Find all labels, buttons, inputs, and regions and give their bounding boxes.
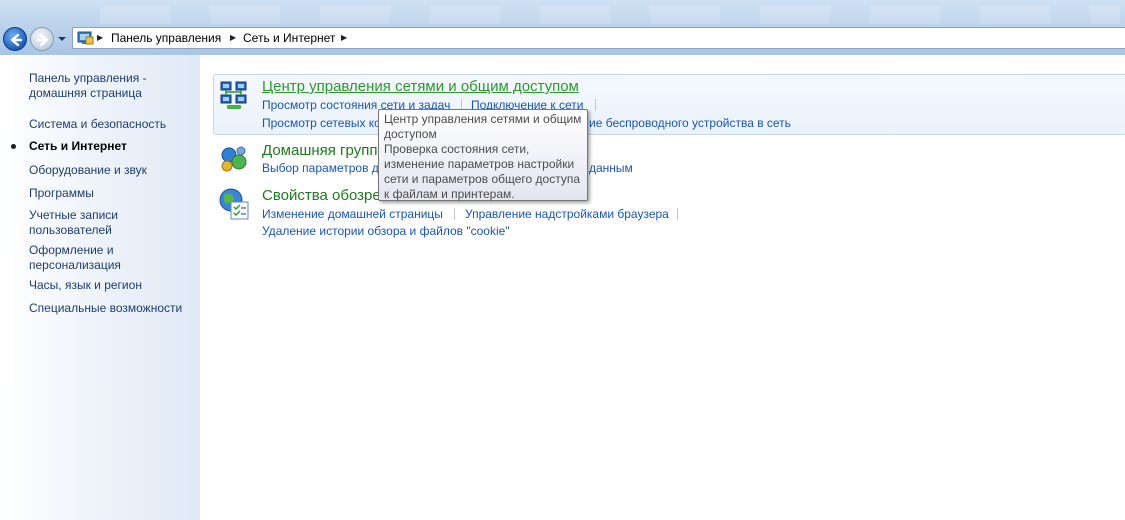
sidebar-item-system-security[interactable]: Система и безопасность [29, 117, 166, 132]
tooltip-line: Центр управления сетями и общим [384, 112, 582, 126]
tooltip-line: доступом [384, 127, 437, 141]
link-manage-add-ons[interactable]: Управление надстройками браузера [465, 207, 669, 221]
sidebar-item-label: Оформление и [29, 243, 114, 257]
breadcrumb-arrow-icon[interactable]: ▶ [230, 33, 236, 42]
tooltip-line: изменение параметров настройки [384, 157, 575, 171]
link-change-home-page[interactable]: Изменение домашней страницы [262, 207, 443, 221]
forward-button[interactable] [30, 27, 54, 51]
sidebar-item-user-accounts[interactable]: Учетные записи пользователей [29, 208, 118, 238]
back-button[interactable] [3, 27, 27, 51]
sidebar-item-clock-language[interactable]: Часы, язык и регион [29, 278, 142, 293]
link-separator [677, 208, 678, 220]
breadcrumb-arrow-icon[interactable]: ▶ [341, 33, 347, 42]
sidebar-item-network-internet: Сеть и Интернет [29, 139, 127, 153]
tooltip-line: сети и параметров общего доступа [384, 172, 581, 186]
tooltip: Центр управления сетями и общим доступом… [378, 109, 588, 201]
link-homegroup-sharing[interactable]: данным [589, 161, 633, 175]
blurred-background-window [100, 6, 1120, 24]
sidebar-item-control-panel-home[interactable]: Панель управления - домашняя страница [29, 71, 147, 101]
link-view-network-computers[interactable]: Просмотр сетевых ко [262, 116, 381, 130]
sidebar-item-hardware-sound[interactable]: Оборудование и звук [29, 163, 147, 178]
sidebar-item-appearance[interactable]: Оформление и персонализация [29, 243, 121, 273]
link-add-wireless-device[interactable]: ие беспроводного устройства в сеть [589, 116, 791, 130]
link-separator [454, 208, 455, 220]
sidebar-item-accessibility[interactable]: Специальные возможности [29, 301, 182, 316]
category-title-network-center[interactable]: Центр управления сетями и общим доступом [262, 78, 579, 95]
control-panel-icon [77, 31, 94, 45]
category-title-homegroup[interactable]: Домашняя групп [262, 142, 377, 159]
window-titlebar: ▶ Панель управления ▶ Сеть и Интернет ▶ [0, 0, 1125, 55]
sidebar-item-label: Панель управления - [29, 71, 147, 85]
breadcrumb-network-internet[interactable]: Сеть и Интернет [243, 31, 335, 45]
sidebar-item-label: Учетные записи [29, 208, 118, 222]
navigation-pane: Панель управления - домашняя страница Си… [0, 55, 200, 520]
category-title-internet-options[interactable]: Свойства обозре [262, 187, 381, 204]
arrow-left-icon [10, 33, 23, 47]
tooltip-line: к файлам и принтерам. [384, 187, 515, 201]
homegroup-icon[interactable] [218, 143, 250, 175]
sidebar-item-label: домашняя страница [29, 86, 142, 100]
link-separator [595, 99, 596, 111]
address-bar[interactable]: ▶ Панель управления ▶ Сеть и Интернет ▶ [72, 27, 1125, 49]
recent-pages-chevron-icon[interactable] [57, 34, 67, 44]
breadcrumb-control-panel[interactable]: Панель управления [111, 31, 221, 45]
link-delete-browsing-history[interactable]: Удаление истории обзора и файлов "cookie… [262, 224, 510, 238]
arrow-right-icon [36, 33, 49, 47]
tooltip-line: Проверка состояния сети, [384, 142, 530, 156]
breadcrumb-arrow-icon[interactable]: ▶ [97, 33, 103, 42]
sidebar-item-label: персонализация [29, 258, 121, 272]
link-homegroup-settings[interactable]: Выбор параметров д [262, 161, 379, 175]
sidebar-item-label: пользователей [29, 223, 112, 237]
internet-options-icon[interactable] [218, 187, 250, 221]
active-bullet-icon [11, 144, 16, 149]
network-center-icon[interactable] [218, 80, 250, 112]
sidebar-item-programs[interactable]: Программы [29, 186, 94, 201]
